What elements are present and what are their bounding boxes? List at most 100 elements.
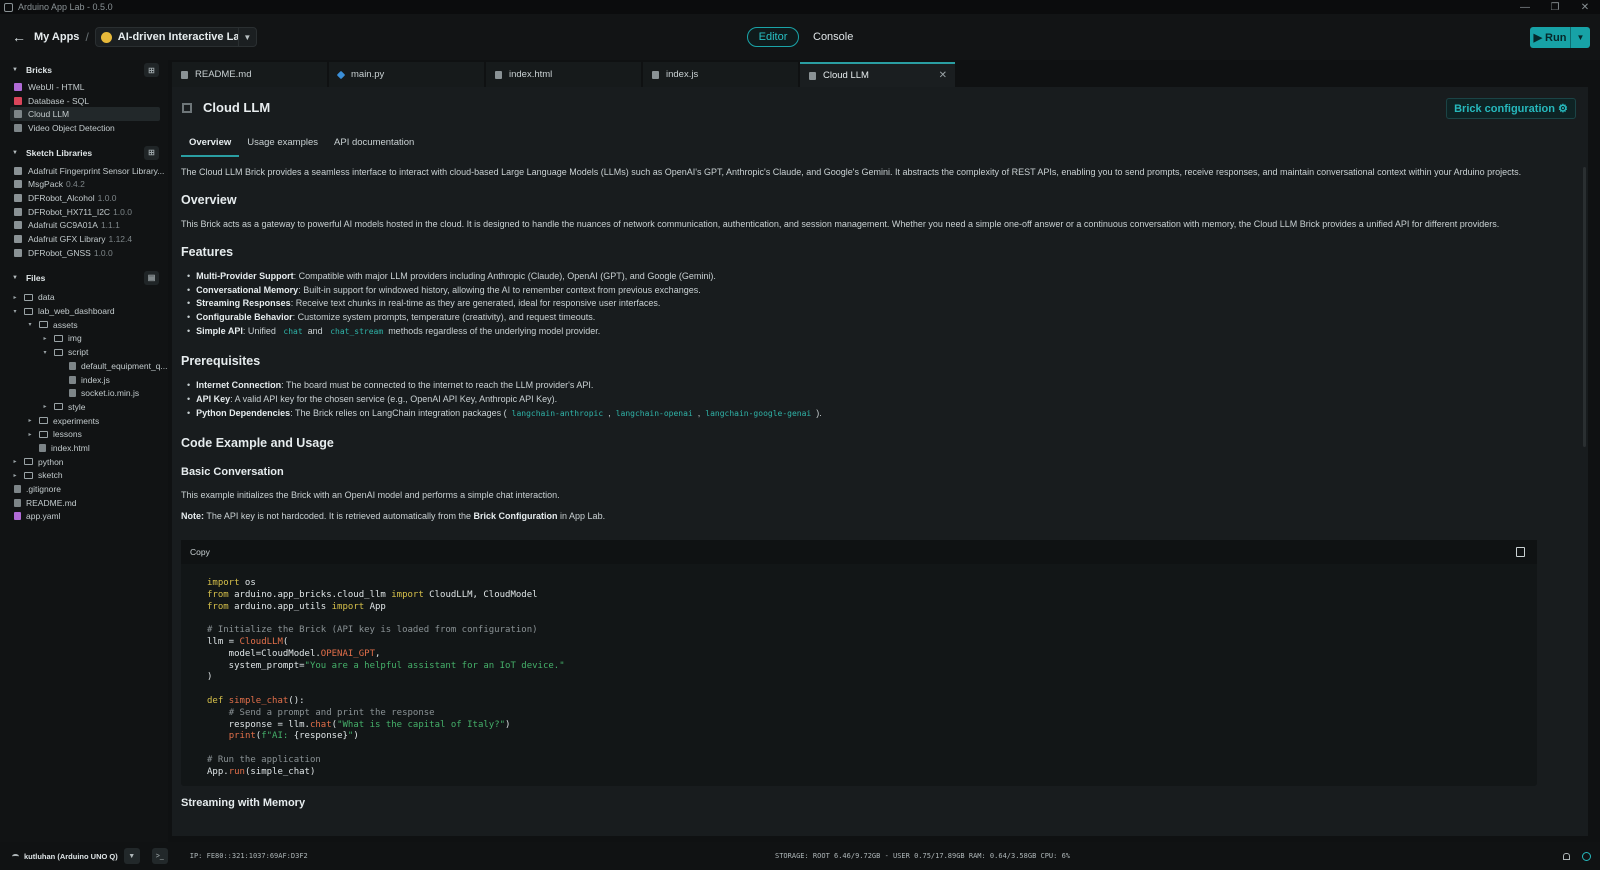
brick-item[interactable]: Video Object Detection bbox=[0, 121, 168, 135]
arrow-left-icon[interactable]: ← bbox=[12, 29, 26, 45]
folder-item[interactable]: ▾ lab_web_dashboard bbox=[0, 304, 168, 318]
bricks-section-header[interactable]: ▼ Bricks ⊞ bbox=[0, 62, 168, 78]
expand-icon: ▸ bbox=[43, 404, 47, 411]
library-item[interactable]: Adafruit Fingerprint Sensor Library... bbox=[0, 164, 168, 178]
breadcrumb-my-apps[interactable]: My Apps bbox=[34, 31, 79, 43]
maximize-button[interactable]: ❐ bbox=[1540, 2, 1570, 13]
tree-label: assets bbox=[53, 319, 78, 330]
vertical-scrollbar[interactable] bbox=[1583, 167, 1586, 447]
library-item[interactable]: Adafruit GFX Library 1.12.4 bbox=[0, 232, 168, 246]
folder-item[interactable]: ▸ experiments bbox=[0, 414, 168, 428]
tab-label: main.py bbox=[351, 69, 385, 80]
close-icon[interactable]: ✕ bbox=[939, 70, 947, 81]
folder-item[interactable]: ▸ style bbox=[0, 400, 168, 414]
folder-item[interactable]: ▸ lessons bbox=[0, 427, 168, 441]
tab-api-documentation[interactable]: API documentation bbox=[326, 134, 422, 157]
expand-icon: ▸ bbox=[13, 459, 17, 466]
file-icon bbox=[336, 70, 346, 79]
file-item[interactable]: index.html bbox=[0, 441, 168, 455]
file-item[interactable]: socket.io.min.js bbox=[0, 386, 168, 400]
add-library-icon[interactable]: ⊞ bbox=[144, 145, 159, 160]
library-version: 1.0.0 bbox=[93, 247, 113, 258]
code-example-heading: Code Example and Usage bbox=[181, 435, 334, 450]
library-item[interactable]: DFRobot_HX711_I2C 1.0.0 bbox=[0, 205, 168, 219]
editor-tab[interactable]: index.html bbox=[486, 62, 641, 87]
editor-tab[interactable]: README.md bbox=[172, 62, 327, 87]
tree-label: img bbox=[68, 333, 82, 344]
tab-label: README.md bbox=[195, 69, 252, 80]
files-section-header[interactable]: ▼ Files ▤ bbox=[0, 270, 168, 286]
library-item[interactable]: DFRobot_Alcohol 1.0.0 bbox=[0, 191, 168, 205]
run-label: Run bbox=[1545, 31, 1567, 44]
copy-label[interactable]: Copy bbox=[190, 547, 210, 557]
terminal-icon[interactable]: >_ bbox=[151, 848, 168, 864]
brick-icon bbox=[14, 82, 22, 91]
folder-item[interactable]: ▸ data bbox=[0, 291, 168, 305]
prereq-item: Python Dependencies: The Brick relies on… bbox=[187, 408, 1561, 422]
libraries-section-header[interactable]: ▼ Sketch Libraries ⊞ bbox=[0, 145, 168, 161]
brick-item[interactable]: Cloud LLM bbox=[10, 107, 160, 122]
editor-tab[interactable]: index.js bbox=[643, 62, 798, 87]
editor-tab[interactable]: Cloud LLM ✕ bbox=[800, 62, 955, 87]
editor-mode-button[interactable]: Editor bbox=[747, 27, 799, 47]
file-item[interactable]: .gitignore bbox=[0, 482, 168, 496]
inline-code: chat_stream bbox=[330, 327, 384, 337]
file-item[interactable]: README.md bbox=[0, 496, 168, 510]
library-version: 1.0.0 bbox=[97, 192, 117, 203]
bricks-title: Bricks bbox=[25, 65, 52, 75]
minimize-button[interactable]: — bbox=[1510, 2, 1540, 13]
expand-icon: ▸ bbox=[13, 294, 17, 301]
collapse-icon: ▼ bbox=[12, 149, 18, 156]
folder-icon bbox=[54, 403, 63, 411]
file-item[interactable]: default_equipment_q... bbox=[0, 359, 168, 373]
run-options-dropdown[interactable]: ▼ bbox=[1570, 27, 1590, 48]
book-icon bbox=[14, 221, 22, 230]
library-label: DFRobot_GNSS bbox=[28, 247, 91, 258]
library-item[interactable]: DFRobot_GNSS 1.0.0 bbox=[0, 246, 168, 260]
file-item[interactable]: index.js bbox=[0, 373, 168, 387]
brick-configuration-button[interactable]: Brick configuration ⚙ bbox=[1446, 98, 1576, 119]
folder-icon bbox=[39, 417, 48, 425]
app-selector[interactable]: AI-driven Interactive Lab ... ▼ bbox=[94, 27, 257, 47]
brick-item[interactable]: Database - SQL bbox=[0, 94, 168, 108]
chevron-down-icon[interactable]: ▼ bbox=[237, 28, 256, 46]
folder-item[interactable]: ▸ img bbox=[0, 332, 168, 346]
feature-item: Simple API: Unified chatand chat_streamm… bbox=[187, 326, 1561, 340]
libraries-title: Sketch Libraries bbox=[25, 147, 93, 158]
note-paragraph: Note: The API key is not hardcoded. It i… bbox=[181, 510, 606, 521]
globe-icon[interactable] bbox=[1582, 851, 1591, 861]
folder-item[interactable]: ▸ sketch bbox=[0, 469, 168, 483]
ip-address: IP: FE80::321:1037:69AF:D3F2 bbox=[189, 852, 308, 860]
library-label: Adafruit GC9A01A bbox=[28, 220, 98, 231]
brick-item[interactable]: WebUI - HTML bbox=[0, 80, 168, 94]
editor-tabs: README.md main.py index.html index.js Cloud … bbox=[172, 62, 957, 87]
folder-item[interactable]: ▾ assets bbox=[0, 318, 168, 332]
bell-icon[interactable] bbox=[1563, 852, 1570, 860]
brick-label: Video Object Detection bbox=[28, 122, 115, 133]
folder-item[interactable]: ▾ script bbox=[0, 345, 168, 359]
system-stats: STORAGE: ROOT 6.46/9.72GB - USER 0.75/17… bbox=[775, 852, 1071, 860]
brick-icon bbox=[14, 96, 22, 105]
folder-item[interactable]: ▸ python bbox=[0, 455, 168, 469]
library-item[interactable]: Adafruit GC9A01A 1.1.1 bbox=[0, 219, 168, 233]
brick-icon bbox=[14, 123, 22, 132]
collapse-icon: ▼ bbox=[12, 67, 18, 73]
tab-overview[interactable]: Overview bbox=[181, 134, 240, 157]
copy-icon[interactable] bbox=[1516, 547, 1525, 557]
file-item[interactable]: app.yaml bbox=[0, 510, 168, 524]
tree-label: experiments bbox=[53, 415, 100, 426]
window-titlebar: Arduino App Lab - 0.5.0 — ❐ ✕ bbox=[0, 0, 1600, 14]
tab-usage-examples[interactable]: Usage examples bbox=[239, 134, 326, 157]
folder-icon bbox=[39, 321, 48, 329]
console-mode-button[interactable]: Console bbox=[801, 27, 865, 47]
new-file-icon[interactable]: ▤ bbox=[144, 270, 159, 285]
library-item[interactable]: MsgPack 0.4.2 bbox=[0, 177, 168, 191]
editor-tab[interactable]: main.py bbox=[329, 62, 484, 87]
library-label: DFRobot_HX711_I2C bbox=[28, 206, 111, 217]
run-button[interactable]: ▶ Run bbox=[1530, 27, 1570, 48]
add-brick-icon[interactable]: ⊞ bbox=[144, 63, 159, 77]
board-selector[interactable]: kutluhan (Arduino UNO Q) bbox=[12, 852, 118, 861]
chevron-down-icon[interactable]: ▼ bbox=[123, 848, 140, 864]
expand-icon: ▾ bbox=[43, 349, 47, 356]
close-window-button[interactable]: ✕ bbox=[1570, 2, 1600, 13]
